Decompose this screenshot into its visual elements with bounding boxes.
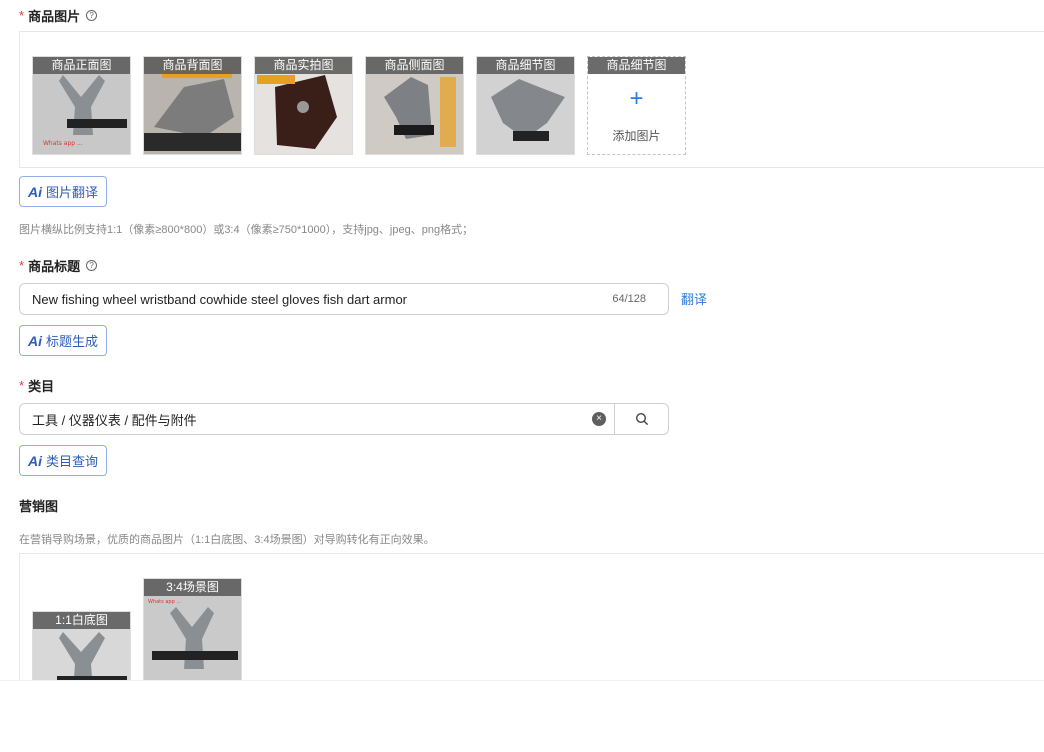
ai-icon: Ai <box>28 183 42 200</box>
marketing-hint: 在营销导购场景，优质的商品图片（1:1白底图、3:4场景图）对导购转化有正向效果… <box>19 534 435 546</box>
product-images-hint: 图片横纵比例支持1:1（像素≥800*800）或3:4（像素≥750*1000）… <box>19 224 474 236</box>
marketing-image-thumb[interactable]: Whats app ... 3:4场景图 <box>143 578 242 690</box>
svg-text:Whats app ...: Whats app ... <box>148 599 182 605</box>
product-image-thumb[interactable]: 商品侧面图 <box>365 56 464 155</box>
svg-text:Whats app ...: Whats app ... <box>43 140 83 147</box>
image-translate-button[interactable]: Ai 图片翻译 <box>19 176 108 207</box>
help-icon[interactable]: ? <box>86 260 98 271</box>
clear-icon[interactable]: × <box>592 412 606 426</box>
required-mark: * <box>19 258 25 273</box>
product-images-label: * 商品图片 ? <box>19 6 98 25</box>
add-image-slot[interactable]: 商品细节图 + 添加图片 <box>587 56 686 155</box>
add-image-label: 添加图片 <box>612 129 661 143</box>
translate-link[interactable]: 翻译 <box>681 289 707 308</box>
ai-icon: Ai <box>28 452 42 469</box>
product-image-thumb[interactable]: 商品细节图 <box>476 56 575 155</box>
category-label: * 类目 <box>19 378 55 394</box>
product-image-thumb[interactable]: 商品实拍图 <box>254 56 353 155</box>
product-image-thumb[interactable]: Whats app ... 商品正面图 <box>32 56 131 155</box>
category-value: 工具 / 仪器仪表 / 配件与附件 <box>32 412 197 428</box>
product-title-input[interactable]: New fishing wheel wristband cowhide stee… <box>19 283 669 315</box>
marketing-label: 营销图 <box>19 499 59 514</box>
ai-icon: Ai <box>28 332 42 349</box>
title-char-counter: 64/128 <box>612 293 646 305</box>
category-select[interactable]: 工具 / 仪器仪表 / 配件与附件 × <box>19 403 669 435</box>
thumb-caption: 1:1白底图 <box>33 612 130 629</box>
plus-icon: + <box>629 85 644 112</box>
category-query-button[interactable]: Ai 类目查询 <box>19 445 108 476</box>
bottom-blank-area <box>0 680 1044 752</box>
product-image-thumb[interactable]: 商品背面图 <box>143 56 242 155</box>
thumb-caption: 商品实拍图 <box>255 57 352 74</box>
thumb-caption: 商品正面图 <box>33 57 130 74</box>
thumb-caption: 3:4场景图 <box>144 579 241 596</box>
required-mark: * <box>19 8 25 23</box>
thumb-caption: 商品侧面图 <box>366 57 463 74</box>
help-icon[interactable]: ? <box>86 10 98 21</box>
title-value[interactable]: New fishing wheel wristband cowhide stee… <box>20 292 612 307</box>
product-title-label: * 商品标题 ? <box>19 256 98 275</box>
search-icon <box>635 412 648 426</box>
title-generate-button[interactable]: Ai 标题生成 <box>19 325 108 356</box>
thumb-caption: 商品背面图 <box>144 57 241 74</box>
required-mark: * <box>19 378 25 393</box>
thumb-caption: 商品细节图 <box>477 57 574 74</box>
add-slot-caption: 商品细节图 <box>588 57 685 74</box>
category-search-button[interactable] <box>614 404 668 434</box>
